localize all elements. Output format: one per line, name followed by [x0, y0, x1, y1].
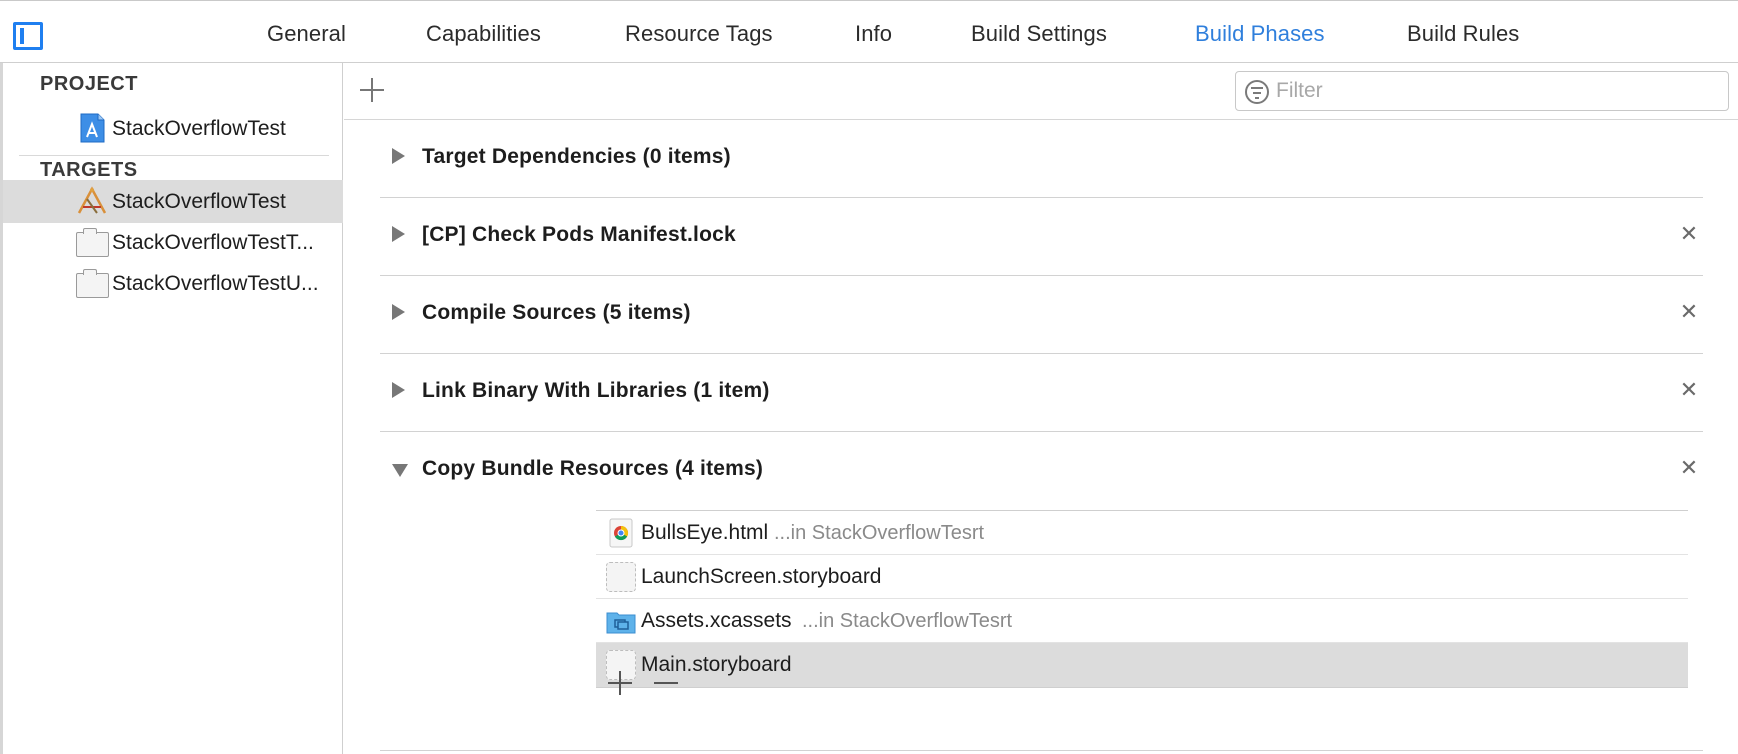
- remove-phase-icon[interactable]: ✕: [1675, 298, 1703, 326]
- phase-divider: [380, 750, 1703, 751]
- sidebar-item-target-label: StackOverflowTestT...: [112, 231, 314, 254]
- sidebar-item-project-label: StackOverflowTest: [112, 117, 286, 140]
- add-build-phase-button[interactable]: [357, 75, 387, 105]
- resource-name: LaunchScreen.storyboard: [641, 565, 882, 588]
- resource-name: BullsEye.html: [641, 521, 769, 544]
- resource-location: ...in StackOverflowTesrt: [802, 610, 1013, 632]
- filter-icon: [1245, 80, 1269, 104]
- html-file-icon: [609, 518, 633, 548]
- sidebar-item-target-label: StackOverflowTest: [112, 190, 286, 213]
- phase-title[interactable]: Target Dependencies (0 items): [422, 145, 731, 169]
- remove-resource-button[interactable]: [652, 669, 680, 697]
- targets-section-header: TARGETS: [40, 159, 138, 181]
- remove-phase-icon[interactable]: ✕: [1675, 454, 1703, 482]
- build-phases-toolbar: [344, 63, 1738, 120]
- filter-input[interactable]: [1276, 77, 1716, 105]
- tab-capabilities[interactable]: Capabilities: [426, 21, 541, 47]
- asset-catalog-icon: [606, 612, 636, 634]
- project-section-header: PROJECT: [40, 73, 138, 95]
- tab-resource-tags[interactable]: Resource Tags: [625, 21, 773, 47]
- tab-build-settings[interactable]: Build Settings: [971, 21, 1107, 47]
- disclosure-right-icon[interactable]: [392, 304, 405, 320]
- list-item[interactable]: Main.storyboard: [596, 643, 1688, 687]
- phase-title[interactable]: [CP] Check Pods Manifest.lock: [422, 223, 736, 247]
- test-bundle-icon: [76, 228, 109, 257]
- phase-target-dependencies: Target Dependencies (0 items): [380, 120, 1703, 198]
- storyboard-file-icon: [606, 562, 636, 592]
- remove-phase-icon[interactable]: ✕: [1675, 376, 1703, 404]
- sidebar-toggle-icon[interactable]: [13, 22, 43, 50]
- sidebar-item-target-tests[interactable]: StackOverflowTestT...: [3, 221, 343, 264]
- phase-title[interactable]: Link Binary With Libraries (1 item): [422, 379, 770, 403]
- disclosure-down-icon[interactable]: [392, 464, 408, 477]
- phase-check-pods-manifest: [CP] Check Pods Manifest.lock ✕: [380, 198, 1703, 276]
- tab-info[interactable]: Info: [855, 21, 892, 47]
- test-bundle-icon: [76, 269, 109, 298]
- phase-title[interactable]: Compile Sources (5 items): [422, 301, 691, 325]
- sidebar-divider: [19, 155, 329, 156]
- remove-phase-icon[interactable]: ✕: [1675, 220, 1703, 248]
- list-item[interactable]: LaunchScreen.storyboard: [596, 555, 1688, 599]
- tab-general[interactable]: General: [267, 21, 346, 47]
- app-target-icon: [77, 186, 107, 214]
- disclosure-right-icon[interactable]: [392, 148, 405, 164]
- bundle-resources-list: BullsEye.html ...in StackOverflowTesrt L…: [596, 510, 1688, 688]
- add-resource-button[interactable]: [606, 669, 634, 697]
- project-target-sidebar: PROJECT StackOverflowTest TARGETS StackO…: [0, 63, 343, 754]
- tab-build-rules[interactable]: Build Rules: [1407, 21, 1519, 47]
- list-item[interactable]: Assets.xcassets ...in StackOverflowTesrt: [596, 599, 1688, 643]
- xcodeproj-icon: [80, 113, 105, 143]
- phase-link-binary: Link Binary With Libraries (1 item) ✕: [380, 354, 1703, 432]
- resource-location: ...in StackOverflowTesrt: [774, 522, 985, 544]
- sidebar-item-project[interactable]: StackOverflowTest: [3, 107, 343, 150]
- list-item[interactable]: BullsEye.html ...in StackOverflowTesrt: [596, 511, 1688, 555]
- filter-field[interactable]: [1235, 71, 1729, 111]
- phase-compile-sources: Compile Sources (5 items) ✕: [380, 276, 1703, 354]
- phase-title[interactable]: Copy Bundle Resources (4 items): [422, 457, 763, 481]
- build-phases-editor: Target Dependencies (0 items) [CP] Check…: [344, 63, 1738, 754]
- resource-actions: [606, 669, 696, 701]
- sidebar-item-target-label: StackOverflowTestU...: [112, 272, 319, 295]
- phase-copy-bundle-resources: Copy Bundle Resources (4 items) ✕: [380, 432, 1703, 510]
- disclosure-right-icon[interactable]: [392, 226, 405, 242]
- resource-name: Assets.xcassets: [641, 609, 792, 632]
- disclosure-right-icon[interactable]: [392, 382, 405, 398]
- sidebar-item-target-uitests[interactable]: StackOverflowTestU...: [3, 262, 343, 305]
- tab-build-phases[interactable]: Build Phases: [1195, 21, 1325, 47]
- editor-tab-bar: General Capabilities Resource Tags Info …: [0, 0, 1738, 63]
- sidebar-item-target-app[interactable]: StackOverflowTest: [3, 180, 343, 223]
